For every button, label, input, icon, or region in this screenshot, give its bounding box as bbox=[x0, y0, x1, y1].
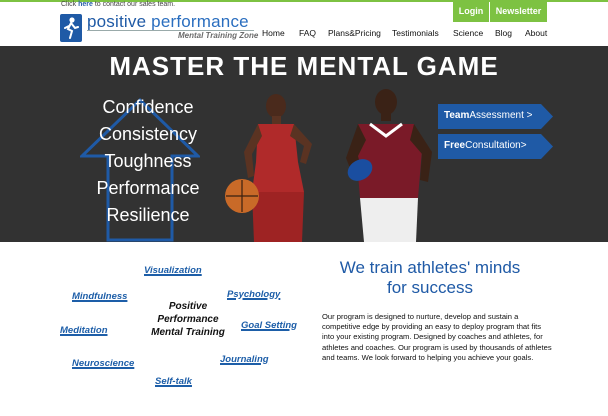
cloud-neuroscience: Neuroscience bbox=[72, 358, 135, 369]
logo-tagline: Mental Training Zone bbox=[178, 31, 259, 40]
cloud-goal-setting: Goal Setting bbox=[241, 320, 297, 331]
hero-word-resilience: Resilience bbox=[106, 205, 190, 225]
contact-note: Click here to contact our sales team. bbox=[61, 1, 175, 8]
basketball-athlete-image bbox=[225, 94, 312, 242]
nav-blog[interactable]: Blog bbox=[495, 28, 512, 38]
cloud-center-title: Positive Performance Mental Training bbox=[128, 300, 248, 339]
contact-suffix: to contact our sales team. bbox=[92, 1, 176, 8]
site-logo[interactable]: positive performance Mental Training Zon… bbox=[60, 12, 259, 44]
contact-prefix: Click bbox=[61, 1, 79, 8]
hero-title: MASTER THE MENTAL GAME bbox=[109, 51, 499, 81]
newsletter-button[interactable]: Newsletter bbox=[490, 0, 547, 22]
logo-wordmark: positive performance bbox=[87, 12, 249, 32]
team-assessment-button[interactable]: TeamAssessment > bbox=[438, 104, 553, 129]
nav-testimonials[interactable]: Testimonials bbox=[392, 28, 439, 38]
hero-word-consistency: Consistency bbox=[98, 124, 198, 144]
cloud-center-line-1: Positive bbox=[168, 301, 208, 312]
intro-headline-line-1: We train athletes' minds bbox=[339, 258, 521, 277]
cloud-center-line-3: Mental Training bbox=[151, 327, 225, 338]
logo-word-2: performance bbox=[146, 12, 249, 31]
nav-home[interactable]: Home bbox=[262, 28, 285, 38]
nav-science[interactable]: Science bbox=[453, 28, 483, 38]
rugby-athlete-image bbox=[346, 89, 432, 242]
free-consultation-label: FreeConsultation> bbox=[444, 140, 527, 151]
free-consultation-button[interactable]: FreeConsultation> bbox=[438, 134, 553, 159]
cloud-self-talk: Self-talk bbox=[155, 376, 192, 387]
hero-word-confidence: Confidence bbox=[102, 97, 194, 117]
hero-word-performance: Performance bbox=[96, 178, 200, 198]
cloud-journaling: Journaling bbox=[220, 354, 269, 365]
team-assessment-label: TeamAssessment > bbox=[444, 110, 532, 121]
runner-logo-icon bbox=[60, 14, 82, 42]
contact-link[interactable]: here bbox=[78, 1, 93, 8]
nav-faq[interactable]: FAQ bbox=[299, 28, 316, 38]
intro-headline: We train athletes' minds for success bbox=[315, 258, 545, 298]
cloud-visualization: Visualization bbox=[144, 265, 202, 276]
hero-banner: MASTER THE MENTAL GAME Confidence Consis… bbox=[0, 46, 608, 242]
team-assessment-bold: Team bbox=[444, 110, 470, 121]
free-consultation-rest: Consultation> bbox=[465, 140, 527, 151]
cloud-psychology: Psychology bbox=[227, 289, 281, 300]
cloud-mindfulness: Mindfulness bbox=[72, 291, 128, 302]
cloud-center-line-2: Performance bbox=[157, 314, 219, 325]
nav-about[interactable]: About bbox=[525, 28, 547, 38]
cloud-meditation: Meditation bbox=[60, 325, 108, 336]
hero-word-list: Confidence Consistency Toughness Perform… bbox=[68, 94, 228, 229]
intro-body: Our program is designed to nurture, deve… bbox=[322, 312, 552, 362]
hero-word-toughness: Toughness bbox=[104, 151, 192, 171]
intro-headline-line-2: for success bbox=[387, 278, 473, 297]
logo-word-1: positive bbox=[87, 12, 147, 31]
login-button[interactable]: Login bbox=[453, 0, 489, 22]
team-assessment-rest: Assessment > bbox=[469, 110, 533, 121]
nav-plans-pricing[interactable]: Plans&Pricing bbox=[328, 28, 381, 38]
free-consultation-bold: Free bbox=[444, 140, 466, 151]
